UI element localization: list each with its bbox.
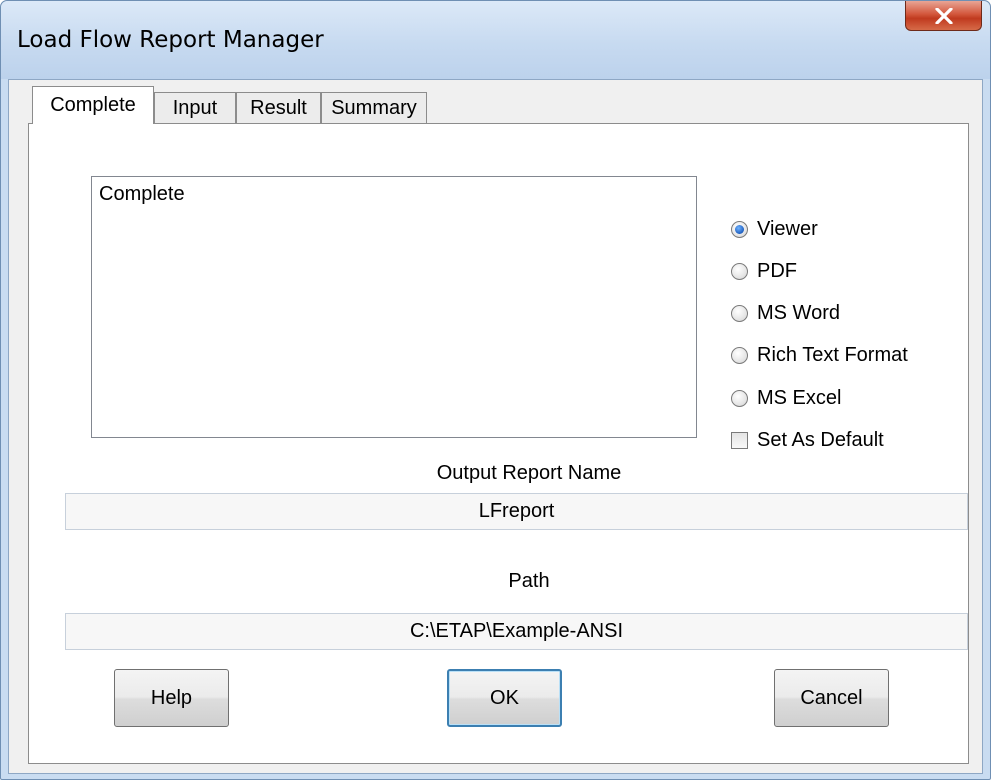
list-item[interactable]: Complete — [99, 183, 185, 206]
tab-label: Complete — [50, 94, 136, 116]
tab-label: Summary — [331, 97, 417, 119]
title-bar[interactable]: Load Flow Report Manager — [1, 1, 990, 79]
radio-label: PDF — [757, 259, 797, 282]
radio-ms-excel[interactable]: MS Excel — [731, 385, 841, 411]
tab-input[interactable]: Input — [154, 92, 236, 124]
set-as-default-checkbox[interactable]: Set As Default — [731, 427, 884, 453]
radio-label: MS Excel — [757, 386, 842, 409]
tab-label: Result — [250, 97, 307, 119]
radio-label: Viewer — [757, 217, 818, 240]
radio-label: MS Word — [757, 301, 840, 324]
tab-panel-complete: Complete Viewer PDF MS Word Rich Text Fo… — [28, 123, 969, 764]
field-value: C:\ETAP\Example-ANSI — [409, 620, 624, 642]
path-field[interactable]: C:\ETAP\Example-ANSI — [65, 613, 968, 650]
close-button[interactable] — [905, 1, 982, 31]
output-report-name-label: Output Report Name — [436, 462, 622, 484]
path-label: Path — [508, 570, 550, 592]
tab-summary[interactable]: Summary — [321, 92, 427, 124]
radio-unchecked-icon — [731, 389, 748, 407]
close-x-icon — [934, 7, 953, 24]
button-label: OK — [490, 686, 519, 709]
dialog-window: Load Flow Report Manager Complete Input … — [0, 0, 991, 780]
help-button[interactable]: Help — [114, 669, 229, 727]
radio-pdf[interactable]: PDF — [731, 258, 797, 284]
radio-unchecked-icon — [731, 346, 748, 364]
radio-checked-icon — [731, 220, 748, 238]
button-label: Help — [150, 686, 193, 709]
radio-unchecked-icon — [731, 304, 748, 322]
radio-rich-text-format[interactable]: Rich Text Format — [731, 342, 908, 368]
radio-label: Rich Text Format — [757, 343, 908, 366]
field-value: LFreport — [478, 500, 555, 522]
checkbox-icon — [731, 431, 748, 449]
cancel-button[interactable]: Cancel — [774, 669, 889, 727]
radio-ms-word[interactable]: MS Word — [731, 300, 840, 326]
tab-result[interactable]: Result — [236, 92, 321, 124]
report-list[interactable]: Complete — [91, 176, 697, 438]
tab-label: Input — [172, 97, 218, 119]
button-label: Cancel — [800, 686, 863, 709]
window-title: Load Flow Report Manager — [17, 27, 324, 53]
radio-unchecked-icon — [731, 262, 748, 280]
tab-complete[interactable]: Complete — [32, 86, 154, 124]
output-report-name-field[interactable]: LFreport — [65, 493, 968, 530]
checkbox-label: Set As Default — [757, 428, 884, 451]
ok-button[interactable]: OK — [447, 669, 562, 727]
radio-viewer[interactable]: Viewer — [731, 216, 818, 242]
